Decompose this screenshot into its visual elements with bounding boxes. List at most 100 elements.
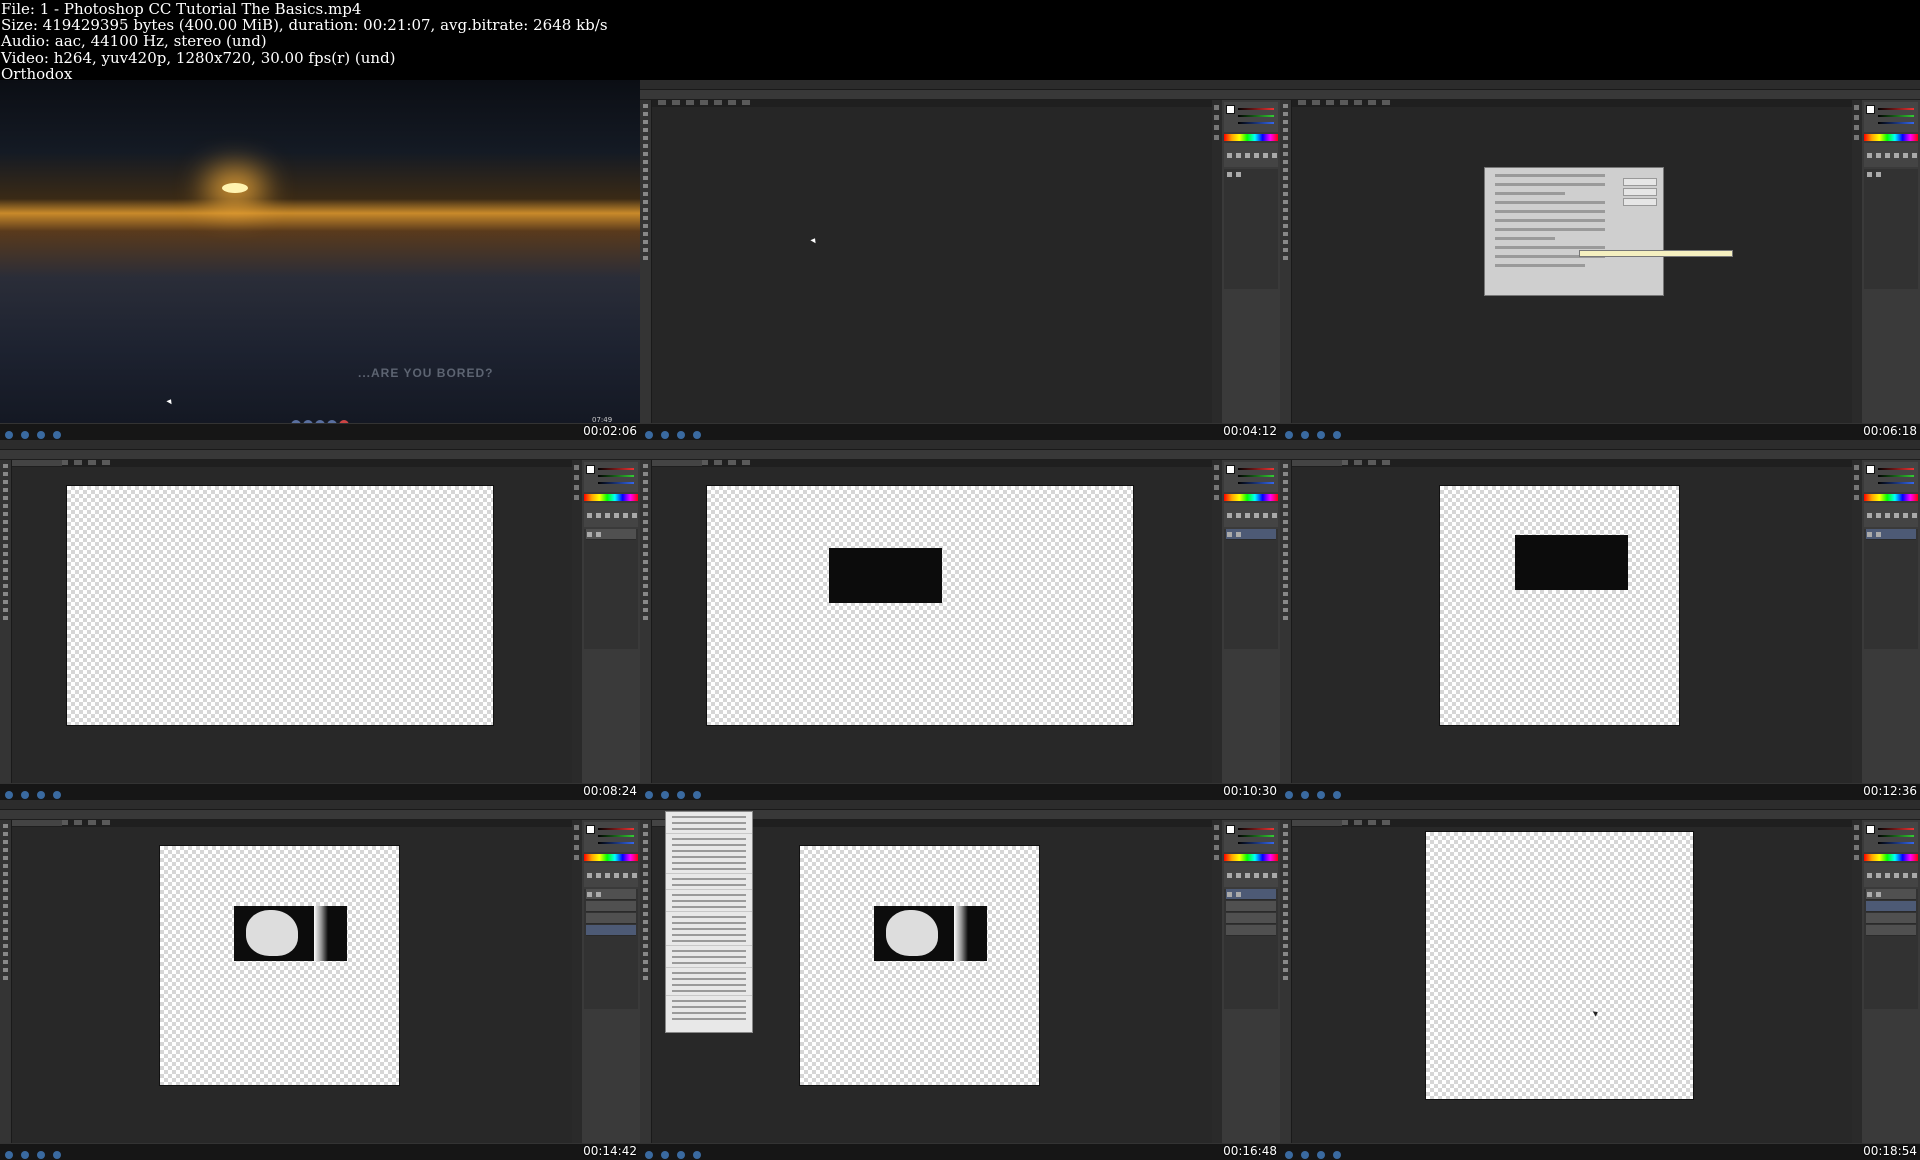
layer-row[interactable] [586,901,636,912]
menu-bar[interactable] [0,800,640,815]
adjustments-panel[interactable] [1224,863,1278,897]
tools-panel[interactable] [640,460,652,784]
taskbar[interactable] [1280,423,1920,440]
color-panel[interactable] [1864,462,1918,492]
document-canvas[interactable] [706,485,1134,726]
menu-item[interactable] [672,906,746,908]
taskbar[interactable] [0,423,640,440]
adjustments-panel[interactable] [1224,143,1278,177]
menu-bar[interactable] [1280,800,1920,815]
app-icon[interactable] [1317,1151,1325,1159]
taskbar[interactable] [640,423,1280,440]
right-panels[interactable] [1222,820,1280,1144]
right-panels[interactable] [1222,460,1280,784]
layers-panel[interactable] [1864,169,1918,289]
color-panel[interactable] [584,822,638,852]
taskbar[interactable] [640,783,1280,800]
layers-panel[interactable] [1224,529,1278,649]
app-icon[interactable] [21,791,29,799]
tools-panel[interactable] [0,820,12,1144]
layer-row-selected[interactable] [586,925,636,936]
start-icon[interactable] [5,431,13,439]
menu-item[interactable] [672,822,746,824]
options-bar[interactable] [0,450,640,465]
adjustments-panel[interactable] [1864,863,1918,897]
right-panels[interactable] [1862,100,1920,424]
app-icon[interactable] [37,1151,45,1159]
app-icon[interactable] [53,791,61,799]
app-icon[interactable] [1333,791,1341,799]
taskbar[interactable] [1280,783,1920,800]
document-canvas[interactable] [159,845,400,1086]
document-tab[interactable] [1292,460,1342,466]
panel-dock[interactable] [1212,460,1222,784]
app-icon[interactable] [661,431,669,439]
menu-item[interactable] [672,878,746,880]
menu-item[interactable] [672,916,746,918]
app-icon[interactable] [53,1151,61,1159]
layer-row[interactable] [1226,913,1276,924]
layers-panel[interactable] [1224,889,1278,1009]
start-icon[interactable] [5,1151,13,1159]
document-tab[interactable] [12,460,62,466]
options-bar[interactable] [640,450,1280,465]
black-rectangle-shape[interactable] [1515,535,1628,590]
panel-dock[interactable] [1852,100,1862,424]
start-icon[interactable] [1285,431,1293,439]
document-canvas[interactable] [1439,485,1680,726]
menu-item[interactable] [672,828,746,830]
adjustments-panel[interactable] [1864,503,1918,537]
options-bar[interactable] [1280,90,1920,105]
taskbar[interactable] [0,1143,640,1160]
menu-item[interactable] [672,956,746,958]
right-panels[interactable] [1222,100,1280,424]
adjustments-panel[interactable] [584,503,638,537]
black-rectangle-shape[interactable] [829,548,942,603]
options-bar[interactable] [640,90,1280,105]
color-spectrum[interactable] [1224,494,1278,501]
app-icon[interactable] [693,1151,701,1159]
menu-item[interactable] [672,950,746,952]
black-rectangle-shape[interactable] [234,906,347,961]
color-panel[interactable] [1224,462,1278,492]
black-rectangle-shape[interactable] [874,906,987,961]
right-panels[interactable] [1862,820,1920,1144]
start-icon[interactable] [645,1151,653,1159]
cancel-button[interactable] [1623,188,1657,196]
panel-dock[interactable] [1212,820,1222,1144]
document-tab[interactable] [12,820,62,826]
menu-item[interactable] [672,972,746,974]
taskbar[interactable] [1280,1143,1920,1160]
menu-item[interactable] [672,1018,746,1020]
color-spectrum[interactable] [584,854,638,861]
panel-dock[interactable] [572,820,582,1144]
menu-item[interactable] [672,990,746,992]
document-canvas[interactable] [66,485,494,726]
save-preset-button[interactable] [1623,198,1657,206]
options-bar[interactable] [1280,810,1920,825]
menu-bar[interactable] [0,440,640,455]
app-icon[interactable] [693,431,701,439]
document-tab[interactable] [1292,820,1342,826]
start-icon[interactable] [5,791,13,799]
menu-item[interactable] [672,850,746,852]
layer-row[interactable] [1226,925,1276,936]
tools-panel[interactable] [640,820,652,1144]
color-panel[interactable] [1864,102,1918,132]
panel-dock[interactable] [572,460,582,784]
right-panels[interactable] [582,820,640,1144]
app-icon[interactable] [693,791,701,799]
menu-item[interactable] [672,928,746,930]
color-panel[interactable] [584,462,638,492]
menu-item[interactable] [672,962,746,964]
menu-bar[interactable] [640,800,1280,815]
app-icon[interactable] [1317,431,1325,439]
app-icon[interactable] [21,431,29,439]
tools-panel[interactable] [1280,820,1292,1144]
menu-item[interactable] [672,1012,746,1014]
panel-dock[interactable] [1852,820,1862,1144]
menu-item[interactable] [672,856,746,858]
menu-bar[interactable] [1280,80,1920,95]
tools-panel[interactable] [0,460,12,784]
app-icon[interactable] [21,1151,29,1159]
